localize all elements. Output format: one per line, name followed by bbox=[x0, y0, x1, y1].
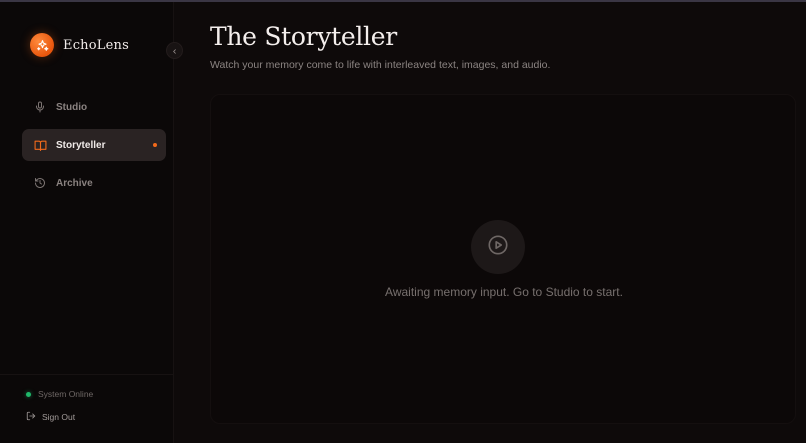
sidebar-item-storyteller[interactable]: Storyteller bbox=[22, 129, 166, 161]
chevron-left-icon bbox=[171, 42, 178, 60]
sidebar-item-archive[interactable]: Archive bbox=[22, 167, 166, 199]
history-icon bbox=[33, 176, 47, 190]
brand[interactable]: EchoLens bbox=[30, 32, 129, 58]
brand-name: EchoLens bbox=[63, 37, 129, 53]
collapse-sidebar-button[interactable] bbox=[166, 42, 183, 59]
play-circle-icon bbox=[487, 234, 509, 261]
page-title: The Storyteller bbox=[210, 22, 397, 51]
sidebar-nav: Studio Storyteller Archive bbox=[22, 91, 166, 205]
page-subtitle: Watch your memory come to life with inte… bbox=[210, 59, 551, 71]
play-button[interactable] bbox=[471, 220, 525, 274]
sidebar-item-label: Archive bbox=[56, 177, 93, 189]
story-stage: Awaiting memory input. Go to Studio to s… bbox=[210, 94, 796, 424]
sidebar: EchoLens Studio Storyteller Archive Syst… bbox=[0, 2, 174, 443]
sidebar-item-label: Studio bbox=[56, 101, 88, 113]
book-icon bbox=[33, 138, 47, 152]
status-text: System Online bbox=[38, 389, 94, 399]
sign-out-icon bbox=[26, 408, 36, 426]
app-shell: EchoLens Studio Storyteller Archive Syst… bbox=[0, 2, 806, 443]
sign-out-label: Sign Out bbox=[42, 412, 76, 422]
empty-state-message: Awaiting memory input. Go to Studio to s… bbox=[385, 285, 623, 299]
microphone-icon bbox=[33, 100, 47, 114]
sidebar-item-label: Storyteller bbox=[56, 139, 106, 151]
main-content: The Storyteller Watch your memory come t… bbox=[174, 2, 806, 443]
status-online-dot bbox=[26, 391, 31, 397]
system-status: System Online bbox=[26, 389, 93, 399]
sidebar-item-studio[interactable]: Studio bbox=[22, 91, 166, 123]
sidebar-footer: System Online Sign Out bbox=[0, 374, 174, 443]
sign-out-button[interactable]: Sign Out bbox=[26, 408, 75, 426]
active-indicator-dot bbox=[153, 143, 157, 147]
sparkles-logo-icon bbox=[30, 33, 54, 57]
